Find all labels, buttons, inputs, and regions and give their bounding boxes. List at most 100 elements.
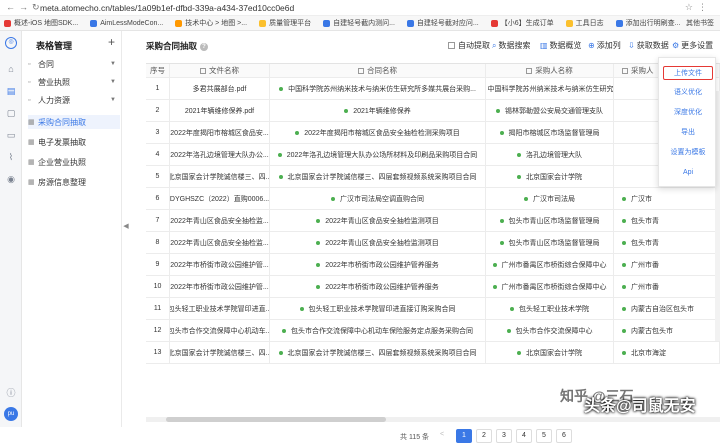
deep-optimize-menu-item[interactable]: 深度优化 <box>659 106 717 120</box>
file-name-cell[interactable]: DYGHSZC（2022）直购0006... <box>170 188 270 209</box>
buyer-name-cell[interactable]: 揭阳市榕城区市场监督管理局 <box>486 122 614 143</box>
file-name-cell[interactable]: 包头市合作交流保障中心机动车... <box>170 320 270 341</box>
bookmark-item[interactable]: 添加出行明刷查... <box>615 18 681 28</box>
prev-page-button[interactable]: < <box>434 429 450 443</box>
buyer-name-cell[interactable]: 包头市青山区市场监督管理局 <box>486 232 614 253</box>
table-row[interactable]: 2 2021年辆维修保养.pdf 2021年辆维修保养 锡林郭勒盟公安局交通管理支队 <box>146 100 720 122</box>
file-name-cell[interactable]: 包头轻工职业技术学院冒印进直... <box>170 298 270 319</box>
chevron-down-icon[interactable]: ▼ <box>110 61 116 67</box>
buyer-name-cell[interactable]: 包头市合作交流保障中心 <box>486 320 614 341</box>
file-name-cell[interactable]: 北京国家会计学院诚信楼三、四... <box>170 166 270 187</box>
browser-actions-icon[interactable]: ☆⋮ <box>685 2 712 13</box>
contract-name-cell[interactable]: 中国科学院苏州纳米技术与纳米仿生研究所多媒共展台采购... <box>270 78 486 99</box>
table-row[interactable]: 8 2022年青山区食品安全抽检监... 2022年青山区食品安全抽检监测项目 包头市… <box>146 232 720 254</box>
buyer-name-cell[interactable]: 包头轻工职业技术学院 <box>486 298 614 319</box>
buyer-name-cell[interactable]: 包头市青山区市场监督管理局 <box>486 210 614 231</box>
set-template-menu-item[interactable]: 设置为模板 <box>659 146 717 160</box>
row-number-cell[interactable]: 11 <box>146 298 170 319</box>
table-row[interactable]: 9 2022年市桥街市政公园维护管... 2022年市桥街市政公园维护管养服务 广州市… <box>146 254 720 276</box>
row-number-cell[interactable]: 4 <box>146 144 170 165</box>
contract-name-cell[interactable]: 2021年辆维修保养 <box>270 100 486 121</box>
buyer-name-cell[interactable]: 锡林郭勒盟公安局交通管理支队 <box>486 100 614 121</box>
row-number-cell[interactable]: 9 <box>146 254 170 275</box>
file-name-cell[interactable]: 北京国家会计学院诚信楼三、四... <box>170 342 270 363</box>
column-header[interactable]: 文件名称 <box>170 64 270 77</box>
bookmark-item[interactable]: AimLessModeCon... <box>90 19 163 27</box>
get-data-button[interactable]: ⇩ 获取数据 <box>628 40 669 51</box>
contract-name-cell[interactable]: 2022年市桥街市政公园维护管养服务 <box>270 276 486 297</box>
document-icon[interactable]: ▤ <box>5 85 17 97</box>
page-button[interactable]: 1 <box>456 429 472 443</box>
checkbox-icon[interactable] <box>448 42 455 49</box>
url-text[interactable]: meta.atomecho.cn/tables/1a09b1ef-dfbd-33… <box>40 3 294 13</box>
page-button[interactable]: 5 <box>536 429 552 443</box>
bookmark-item[interactable]: 概述-iOS 地图SDK... <box>4 18 78 28</box>
table-row[interactable]: 13 北京国家会计学院诚信楼三、四... 北京国家会计学院诚信楼三、四层套频视频系统… <box>146 342 720 364</box>
collapse-sidebar-icon[interactable]: ◀ <box>122 222 130 234</box>
sidebar-item-license[interactable]: ▫ 营业执照 ▼ <box>28 75 120 89</box>
info-icon[interactable]: ⓘ <box>5 387 17 399</box>
table-row[interactable]: 5 北京国家会计学院诚信楼三、四... 北京国家会计学院诚信楼三、四层套频视频系统采… <box>146 166 720 188</box>
row-number-cell[interactable]: 1 <box>146 78 170 99</box>
target-icon[interactable]: ◉ <box>5 173 17 185</box>
row-number-cell[interactable]: 2 <box>146 100 170 121</box>
page-button[interactable]: 3 <box>496 429 512 443</box>
buyer-cell[interactable]: 包头市青 <box>614 210 720 231</box>
file-icon[interactable]: ▢ <box>5 107 17 119</box>
contract-name-cell[interactable]: 包头市合作交流保障中心机动车保险服务定点服务采购合同 <box>270 320 486 341</box>
table-row[interactable]: 3 2022年度揭阳市榕城区食品安... 2022年度揭阳市榕城区食品安全抽检检测采… <box>146 122 720 144</box>
contract-name-cell[interactable]: 2022年青山区食品安全抽检监测项目 <box>270 232 486 253</box>
add-table-button[interactable]: + <box>108 35 115 49</box>
browser-nav-icons[interactable]: ←→↻ <box>0 2 40 13</box>
file-name-cell[interactable]: 2022年度揭阳市榕城区食品安... <box>170 122 270 143</box>
file-name-cell[interactable]: 2022年市桥街市政公园维护管... <box>170 254 270 275</box>
bookmarks-other[interactable]: 其他书签 <box>686 18 714 28</box>
contract-name-cell[interactable]: 2022年洛孔边境管理大队办公场所材料及印刷品采购项目合同 <box>270 144 486 165</box>
buyer-name-cell[interactable]: 广州市番禺区市桥街综合保障中心 <box>486 276 614 297</box>
page-button[interactable]: 6 <box>556 429 572 443</box>
contract-name-cell[interactable]: 包头轻工职业技术学院冒印进直接订购采购合同 <box>270 298 486 319</box>
auto-extract-checkbox[interactable]: 自动提取 <box>448 40 490 51</box>
home-icon[interactable]: ⌂ <box>5 63 17 75</box>
page-button[interactable]: 4 <box>516 429 532 443</box>
upload-file-menu-item[interactable]: 上传文件 <box>663 66 713 80</box>
sidebar-item-hr[interactable]: ▫ 人力资源 ▼ <box>28 93 120 107</box>
column-header[interactable]: 合同名称 <box>270 64 486 77</box>
chevron-down-icon[interactable]: ▼ <box>110 79 116 85</box>
page-button[interactable]: 2 <box>476 429 492 443</box>
info-icon[interactable]: ? <box>200 43 209 51</box>
contract-name-cell[interactable]: 广汉市司法局空调直购合同 <box>270 188 486 209</box>
data-overview-button[interactable]: ▥ 数据概览 <box>540 40 582 51</box>
file-name-cell[interactable]: 2022年洛孔边境管理大队办公... <box>170 144 270 165</box>
table-row[interactable]: 1 多君共展部台.pdf 中国科学院苏州纳米技术与纳米仿生研究所多媒共展台采购...… <box>146 78 720 100</box>
file-name-cell[interactable]: 2022年青山区食品安全抽检监... <box>170 232 270 253</box>
chart-icon[interactable]: ⌇ <box>5 151 17 163</box>
buyer-cell[interactable]: 内蒙古自治区包头市 <box>614 298 720 319</box>
buyer-name-cell[interactable]: 北京国家会计学院 <box>486 166 614 187</box>
buyer-name-cell[interactable]: 广州市番禺区市桥街综合保障中心 <box>486 254 614 275</box>
table-row[interactable]: 10 2022年市桥街市政公园维护管... 2022年市桥街市政公园维护管养服务 广州… <box>146 276 720 298</box>
contract-name-cell[interactable]: 北京国家会计学院诚信楼三、四层套频视频系统采购项目合同 <box>270 342 486 363</box>
row-number-cell[interactable]: 3 <box>146 122 170 143</box>
chat-icon[interactable]: ▭ <box>5 129 17 141</box>
data-search-button[interactable]: ⌕ 数据搜索 <box>492 40 530 51</box>
contract-name-cell[interactable]: 2022年度揭阳市榕城区食品安全抽检检测采购项目 <box>270 122 486 143</box>
buyer-cell[interactable]: 广州市番 <box>614 254 720 275</box>
buyer-name-cell[interactable]: 洛孔边境管理大队 <box>486 144 614 165</box>
table-row[interactable]: 6 DYGHSZC（2022）直购0006... 广汉市司法局空调直购合同 广汉市司法… <box>146 188 720 210</box>
chevron-down-icon[interactable]: ▼ <box>110 97 116 103</box>
buyer-cell[interactable]: 广汉市 <box>614 188 720 209</box>
row-number-cell[interactable]: 7 <box>146 210 170 231</box>
semantic-optimize-menu-item[interactable]: 语义优化 <box>659 86 717 100</box>
table-row[interactable]: 7 2022年青山区食品安全抽检监... 2022年青山区食品安全抽检监测项目 包头市… <box>146 210 720 232</box>
sidebar-item-enterprise-license[interactable]: ▦ 企业营业执照 <box>28 155 120 169</box>
sidebar-item-purchase-contract[interactable]: ▦ 采购合同抽取 <box>28 115 120 129</box>
file-name-cell[interactable]: 2022年市桥街市政公园维护管... <box>170 276 270 297</box>
table-row[interactable]: 12 包头市合作交流保障中心机动车... 包头市合作交流保障中心机动车保险服务定点服… <box>146 320 720 342</box>
bookmark-item[interactable]: 【小6】生成订单 <box>490 18 554 28</box>
app-logo-icon[interactable]: ◎ <box>5 37 17 49</box>
sidebar-item-housing[interactable]: ▦ 房源信息整理 <box>28 175 120 189</box>
row-number-cell[interactable]: 13 <box>146 342 170 363</box>
buyer-name-cell[interactable]: 北京国家会计学院 <box>486 342 614 363</box>
bookmark-item[interactable]: 工具日志 <box>565 18 604 28</box>
